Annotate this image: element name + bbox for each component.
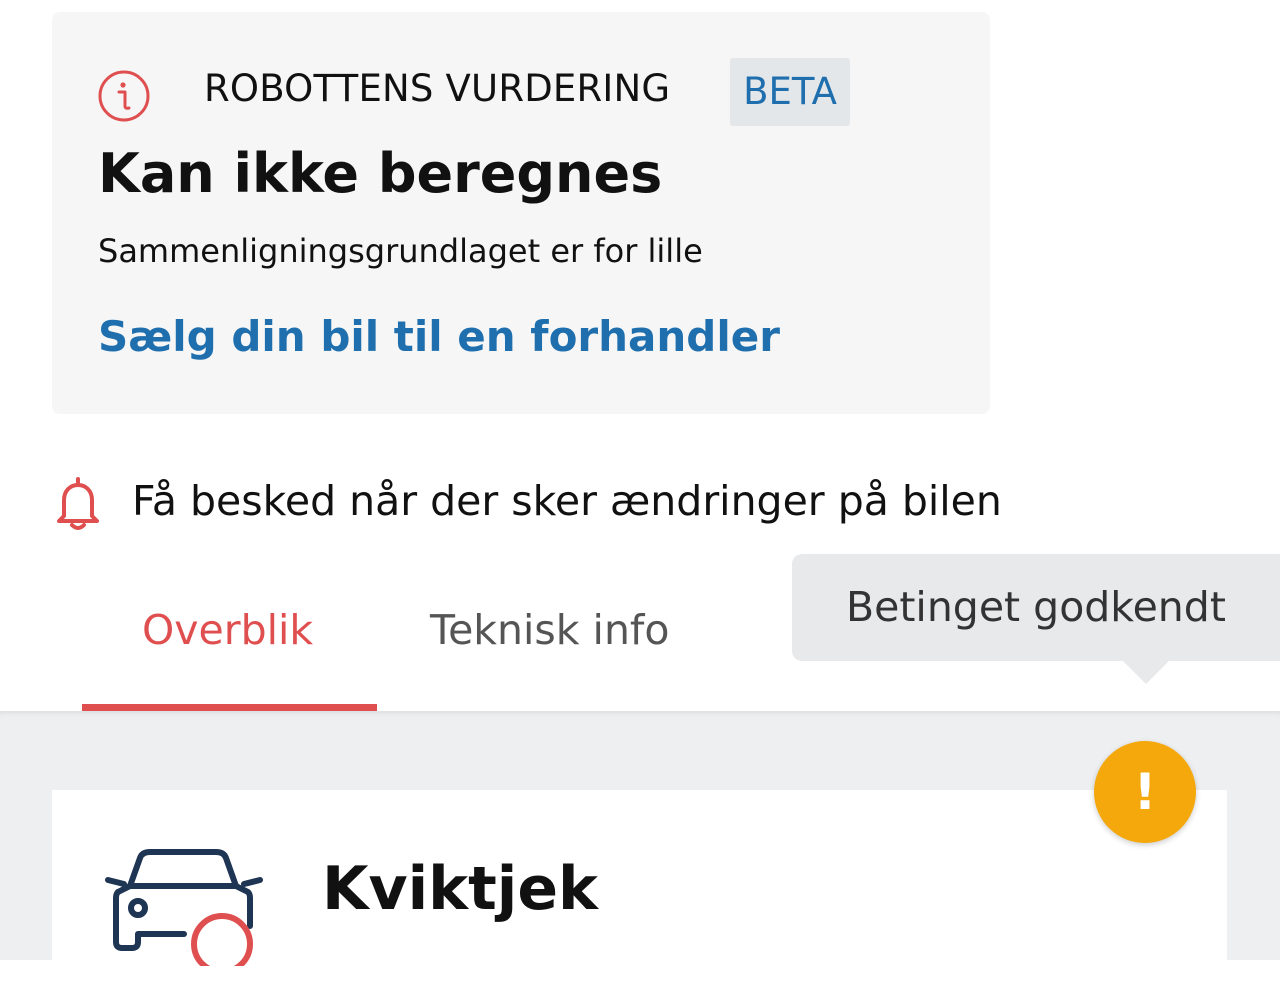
beta-badge: BETA [730, 58, 850, 126]
tab-technical-info[interactable]: Teknisk info [430, 600, 669, 660]
active-tab-indicator [82, 704, 377, 711]
warning-badge[interactable]: ! [1094, 741, 1196, 843]
tooltip: Betinget godkendt [792, 554, 1280, 661]
car-icon [105, 849, 263, 966]
notify-text: Få besked når der sker ændringer på bile… [132, 477, 1002, 525]
tooltip-arrow [1122, 660, 1170, 684]
info-icon [98, 70, 150, 122]
quickcheck-title: Kviktjek [322, 854, 598, 924]
tab-overview[interactable]: Overblik [142, 600, 313, 660]
tooltip-text: Betinget godkendt [846, 583, 1226, 631]
valuation-eyebrow: ROBOTTENS VURDERING [204, 67, 671, 110]
bell-icon [57, 477, 99, 530]
sell-to-dealer-link[interactable]: Sælg din bil til en forhandler [98, 310, 780, 364]
valuation-subtitle: Sammenligningsgrundlaget er for lille [98, 232, 703, 270]
valuation-title: Kan ikke beregnes [98, 142, 663, 205]
content-area: Kviktjek [0, 711, 1280, 990]
notify-changes-button[interactable]: Få besked når der sker ændringer på bile… [52, 470, 1012, 532]
quickcheck-card[interactable]: Kviktjek [52, 790, 1227, 990]
